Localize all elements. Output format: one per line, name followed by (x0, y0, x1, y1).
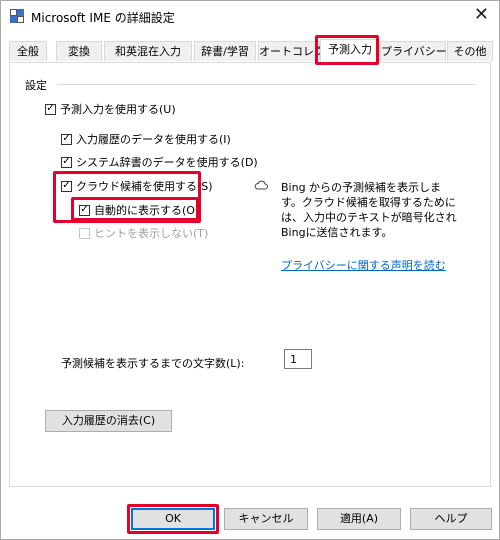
use-history-label: 入力履歴のデータを使用する(I) (76, 133, 231, 146)
auto-show-row[interactable]: ✓ 自動的に表示する(O) (79, 202, 199, 218)
group-divider (57, 84, 475, 85)
close-icon[interactable]: ✕ (474, 5, 489, 25)
hide-hint-checkbox (79, 227, 90, 239)
use-history-row[interactable]: ✓ 入力履歴のデータを使用する(I) (61, 131, 231, 147)
use-system-dict-checkbox[interactable]: ✓ (61, 156, 72, 168)
tab-other[interactable]: その他 (447, 41, 493, 61)
privacy-statement-link[interactable]: プライバシーに関する声明を読む (281, 257, 446, 273)
dialog-window: Microsoft IME の詳細設定 ✕ 全般 変換 和英混在入力 辞書/学習… (0, 0, 500, 540)
char-count-label: 予測候補を表示するまでの文字数(L): (61, 357, 245, 370)
auto-show-checkbox[interactable]: ✓ (79, 204, 90, 216)
auto-show-label: 自動的に表示する(O) (94, 204, 200, 217)
tab-dictionary[interactable]: 辞書/学習 (194, 41, 256, 61)
check-icon: ✓ (62, 133, 71, 144)
use-system-dict-row[interactable]: ✓ システム辞書のデータを使用する(D) (61, 154, 258, 170)
cloud-icon (254, 180, 268, 190)
hide-hint-row: ヒントを表示しない(T) (79, 225, 208, 241)
hide-hint-label: ヒントを表示しない(T) (94, 227, 209, 240)
tab-general[interactable]: 全般 (9, 41, 47, 61)
tab-autocorrect[interactable]: オートコレクト (258, 41, 336, 61)
settings-group-label: 設定 (25, 79, 47, 92)
apply-button[interactable]: 適用(A) (317, 508, 401, 530)
check-icon: ✓ (62, 156, 71, 167)
use-system-dict-label: システム辞書のデータを使用する(D) (76, 156, 258, 169)
clear-history-button[interactable]: 入力履歴の消去(C) (45, 410, 172, 432)
use-cloud-checkbox[interactable]: ✓ (61, 180, 72, 192)
check-icon: ✓ (80, 204, 89, 215)
cloud-info-text: Bing からの予測候補を表示します。クラウド候補を取得するためには、入力中のテ… (281, 181, 457, 239)
help-button[interactable]: ヘルプ (410, 508, 492, 530)
check-icon: ✓ (46, 103, 55, 114)
tab-bar: 全般 変換 和英混在入力 辞書/学習 オートコレクト 予測入力 プライバシー そ… (9, 39, 493, 64)
ok-button[interactable]: OK (131, 508, 215, 530)
title-bar: Microsoft IME の詳細設定 ✕ (1, 1, 499, 31)
use-prediction-row[interactable]: ✓ 予測入力を使用する(U) (45, 101, 176, 117)
tab-prediction[interactable]: 予測入力 (320, 39, 380, 64)
tab-mixed-input[interactable]: 和英混在入力 (104, 41, 192, 61)
tab-privacy[interactable]: プライバシー (380, 41, 447, 61)
window-title: Microsoft IME の詳細設定 (31, 11, 175, 25)
use-prediction-label: 予測入力を使用する(U) (60, 103, 176, 116)
use-cloud-row[interactable]: ✓ クラウド候補を使用する(S) (61, 178, 213, 194)
use-cloud-label: クラウド候補を使用する(S) (76, 180, 213, 193)
use-history-checkbox[interactable]: ✓ (61, 133, 72, 145)
use-prediction-checkbox[interactable]: ✓ (45, 103, 56, 115)
check-icon: ✓ (62, 180, 71, 191)
tab-conversion[interactable]: 変換 (56, 41, 102, 61)
char-count-input[interactable] (284, 349, 312, 369)
cancel-button[interactable]: キャンセル (224, 508, 308, 530)
ime-settings-icon (10, 9, 24, 23)
